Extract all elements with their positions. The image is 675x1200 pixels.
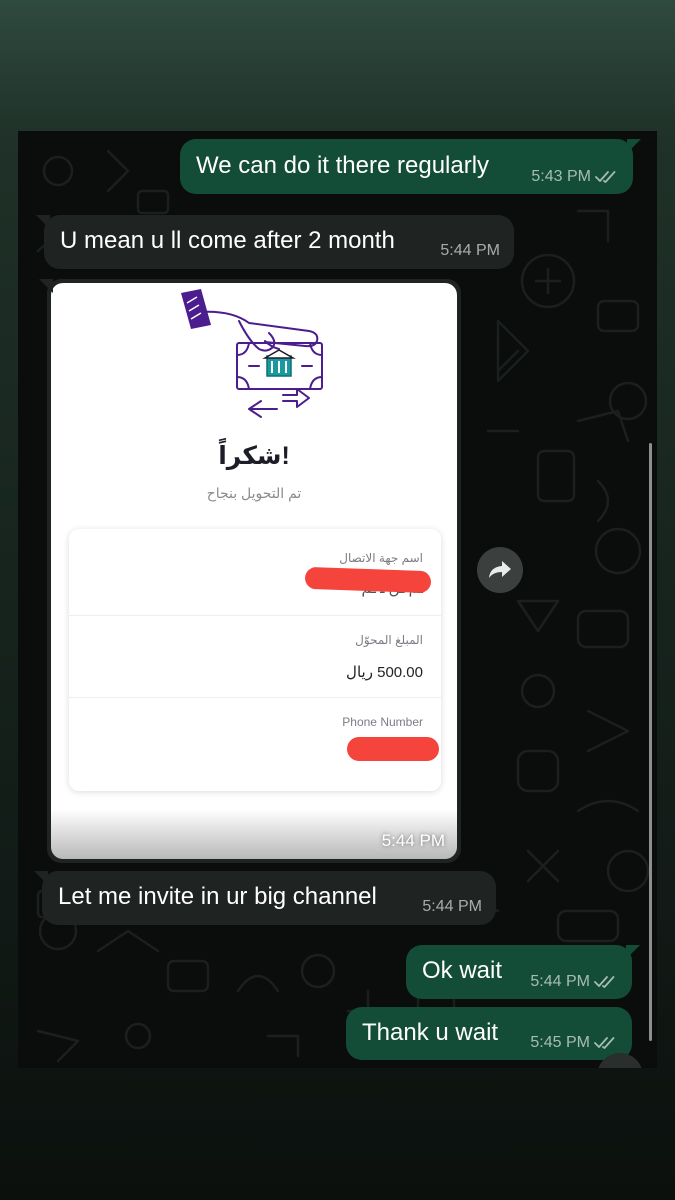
- success-title: شكراً!: [218, 442, 290, 470]
- contact-label: اسم جهة الاتصال: [339, 551, 423, 565]
- bubble-tail: [39, 279, 53, 293]
- chat-area[interactable]: We can do it there regularly 5:43 PM U m…: [18, 131, 657, 1068]
- bubble-tail: [34, 871, 48, 885]
- contact-redaction-mark: [304, 566, 432, 594]
- bubble-tail: [36, 215, 50, 229]
- divider: [69, 615, 441, 616]
- phone-label: Phone Number: [342, 715, 423, 729]
- message-time: 5:44 PM: [440, 242, 500, 259]
- message-meta: 5:45 PM: [530, 1034, 618, 1052]
- hand-money-transfer-icon: [181, 289, 323, 418]
- message-time: 5:44 PM: [381, 831, 445, 850]
- message-bubble-incoming[interactable]: Let me invite in ur big channel 5:44 PM: [42, 871, 496, 925]
- message-text: Let me invite in ur big channel: [58, 883, 377, 910]
- forward-arrow-icon: [489, 561, 511, 578]
- message-bubble-outgoing[interactable]: We can do it there regularly 5:43 PM: [180, 139, 633, 194]
- message-bubble-outgoing[interactable]: Thank u wait 5:45 PM: [346, 1007, 632, 1060]
- message-time: 5:44 PM: [530, 973, 590, 990]
- message-text: Ok wait: [422, 957, 503, 984]
- double-check-icon: [594, 1037, 615, 1049]
- receipt-screenshot-image[interactable]: شكراً! تم التحويل بنجاح اسم جهة الاتصال …: [51, 283, 457, 859]
- transfer-details-card: اسم جهة الاتصال ـم ـن ـ ـم المبلغ المحوّ…: [69, 529, 441, 791]
- message-time: 5:43 PM: [531, 168, 591, 185]
- message-text: U mean u ll come after 2 month: [60, 227, 395, 254]
- message-meta: 5:44 PM: [530, 973, 618, 991]
- message-text: Thank u wait: [362, 1019, 499, 1046]
- success-subtitle: تم التحويل بنجاح: [206, 485, 302, 501]
- double-check-icon: [595, 171, 616, 183]
- divider: [69, 697, 441, 698]
- message-bubble-incoming[interactable]: U mean u ll come after 2 month 5:44 PM: [44, 215, 514, 269]
- message-time: 5:45 PM: [530, 1034, 590, 1051]
- scrollbar[interactable]: [649, 443, 652, 1041]
- phone-redaction-mark: [347, 737, 439, 761]
- amount-value: 500.00 ريال: [346, 664, 423, 681]
- image-message-bubble[interactable]: شكراً! تم التحويل بنجاح اسم جهة الاتصال …: [47, 279, 461, 863]
- message-text: We can do it there regularly: [196, 152, 490, 179]
- bubble-tail: [627, 139, 641, 153]
- amount-label: المبلغ المحوّل: [355, 633, 423, 647]
- forward-button[interactable]: [477, 547, 523, 593]
- message-time: 5:44 PM: [422, 898, 482, 915]
- message-meta: 5:43 PM: [531, 168, 619, 186]
- message-bubble-outgoing[interactable]: Ok wait 5:44 PM: [406, 945, 632, 999]
- bubble-tail: [626, 945, 640, 959]
- double-check-icon: [594, 976, 615, 988]
